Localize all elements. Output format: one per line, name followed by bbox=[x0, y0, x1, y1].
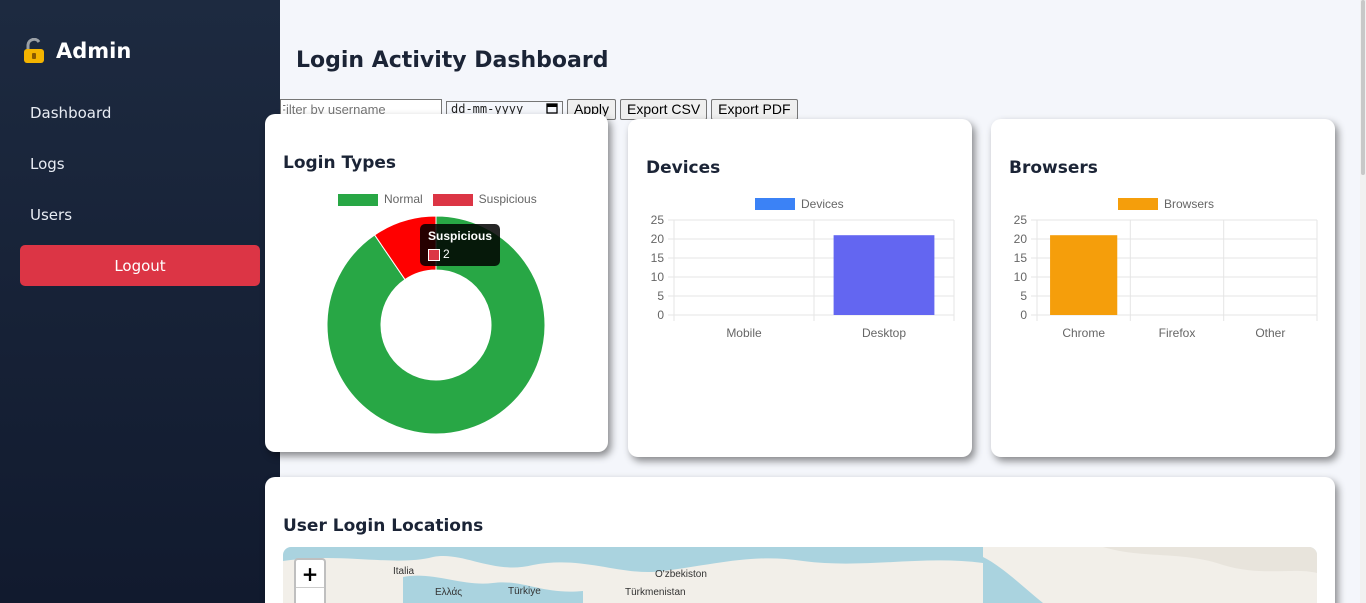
login-types-card: Login Types Normal Suspicious Suspicious… bbox=[265, 114, 608, 452]
locations-title: User Login Locations bbox=[283, 516, 484, 536]
tooltip-value: 2 bbox=[443, 247, 450, 261]
export-pdf-button[interactable]: Export PDF bbox=[711, 98, 798, 120]
page-scrollbar[interactable] bbox=[1360, 0, 1366, 603]
legend-swatch bbox=[755, 198, 795, 210]
bar-desktop bbox=[833, 235, 935, 315]
y-tick-label: 15 bbox=[1014, 251, 1028, 265]
tooltip-swatch bbox=[428, 248, 440, 261]
login-locations-map[interactable]: Italia Ελλάς Türkiye O'zbekiston Türkmen… bbox=[283, 547, 1317, 603]
logout-button[interactable]: Logout bbox=[20, 245, 260, 286]
y-tick-label: 10 bbox=[1014, 270, 1028, 284]
chart-tooltip: Suspicious 2 bbox=[420, 224, 501, 266]
export-csv-button[interactable]: Export CSV bbox=[620, 98, 708, 120]
scrollbar-thumb[interactable] bbox=[1361, 0, 1365, 175]
brand-title: Admin bbox=[56, 39, 132, 63]
map-zoom-control: + bbox=[294, 558, 326, 603]
map-label-greece: Ελλάς bbox=[435, 587, 463, 598]
y-tick-label: 0 bbox=[657, 308, 664, 322]
legend-swatch bbox=[1118, 198, 1158, 210]
browsers-bar-chart: Browsers 0 5 10 15 20 25 Chrome Firefox Other bbox=[1014, 197, 1318, 340]
y-tick-label: 0 bbox=[1020, 308, 1027, 322]
legend-label: Browsers bbox=[1164, 197, 1214, 211]
sidebar-item-dashboard[interactable]: Dashboard bbox=[30, 104, 111, 122]
map-label-uzbekistan: O'zbekiston bbox=[655, 569, 707, 580]
y-tick-label: 5 bbox=[1020, 289, 1027, 303]
login-types-donut bbox=[326, 215, 546, 435]
x-tick-label: Mobile bbox=[726, 326, 762, 340]
browsers-card: Browsers Browsers 0 5 10 15 20 25 Chrome Firefox… bbox=[991, 119, 1335, 457]
y-tick-label: 5 bbox=[657, 289, 664, 303]
bar-chrome bbox=[1050, 235, 1118, 315]
y-tick-label: 10 bbox=[651, 270, 665, 284]
legend-label: Devices bbox=[801, 197, 844, 211]
y-tick-label: 20 bbox=[1014, 232, 1028, 246]
devices-card: Devices Devices 0 5 10 15 20 25 Mobile Desktop bbox=[628, 119, 972, 457]
sidebar: Admin Dashboard Logs Users Logout bbox=[0, 0, 280, 603]
y-tick-label: 15 bbox=[651, 251, 665, 265]
devices-bar-chart: Devices 0 5 10 15 20 25 Mobile Desktop bbox=[651, 197, 955, 340]
sidebar-item-users[interactable]: Users bbox=[30, 206, 72, 224]
y-tick-label: 20 bbox=[651, 232, 665, 246]
map-label-italia: Italia bbox=[393, 566, 415, 577]
y-tick-label: 25 bbox=[1014, 213, 1028, 227]
map-label-turkiye: Türkiye bbox=[508, 586, 541, 597]
zoom-in-button[interactable]: + bbox=[296, 560, 324, 588]
x-tick-label: Desktop bbox=[862, 326, 906, 340]
x-tick-label: Other bbox=[1255, 326, 1285, 340]
map-label-turkmenistan: Türkmenistan bbox=[625, 587, 686, 598]
x-tick-label: Firefox bbox=[1159, 326, 1196, 340]
sidebar-item-logs[interactable]: Logs bbox=[30, 155, 65, 173]
tooltip-title: Suspicious bbox=[428, 229, 493, 243]
brand: Admin bbox=[22, 37, 132, 64]
lock-icon bbox=[22, 37, 46, 64]
x-tick-label: Chrome bbox=[1062, 326, 1105, 340]
page-title: Login Activity Dashboard bbox=[296, 48, 609, 73]
y-tick-label: 25 bbox=[651, 213, 665, 227]
